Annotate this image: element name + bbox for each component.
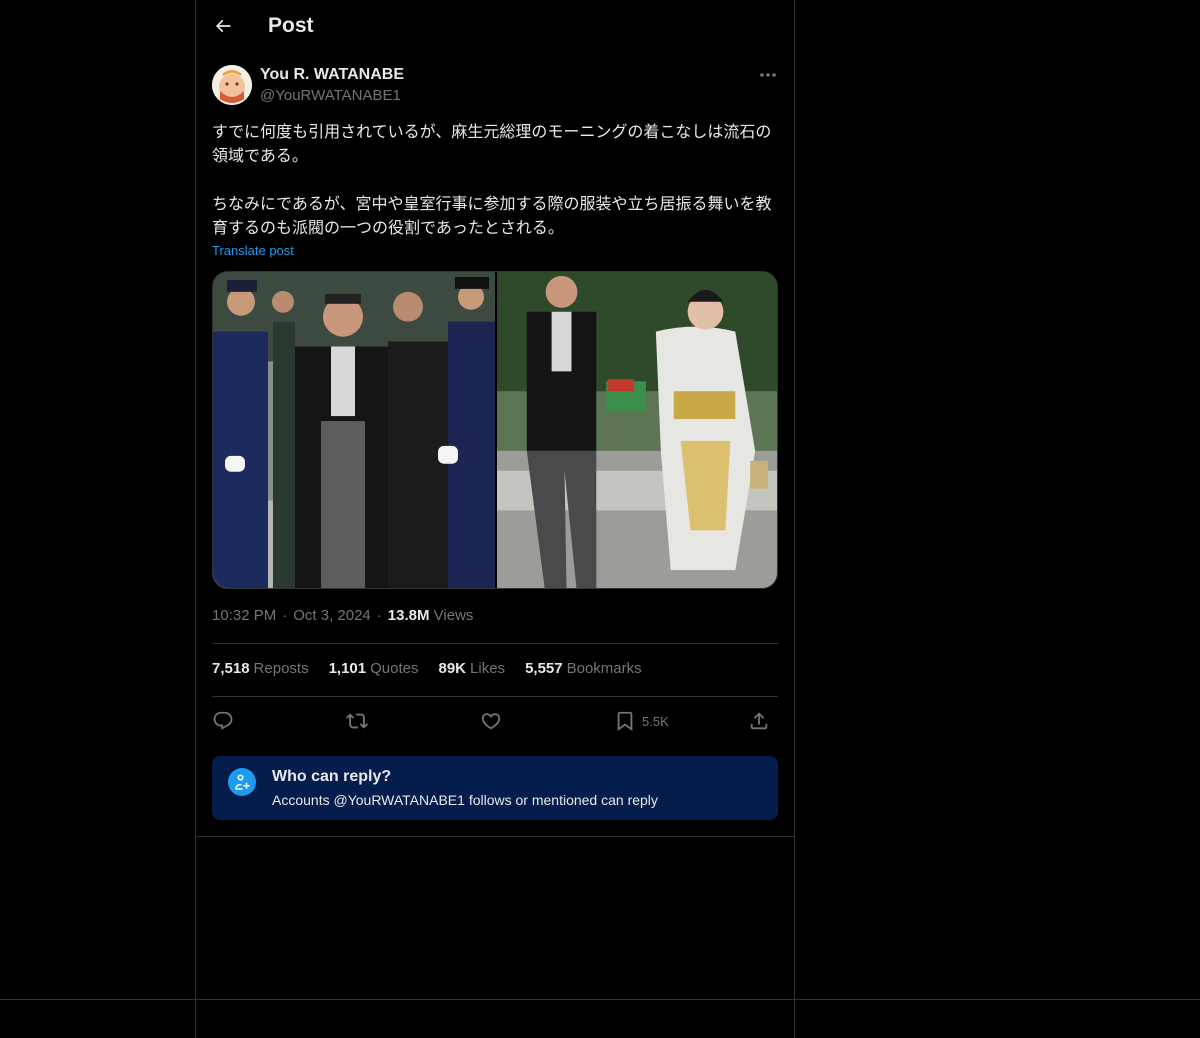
bookmarks-stat[interactable]: 5,557 Bookmarks (525, 660, 642, 677)
repost-icon (346, 713, 368, 729)
reply-restriction-notice: Who can reply? Accounts @YouRWATANABE1 f… (212, 756, 778, 820)
reply-icon (213, 711, 233, 730)
post-time[interactable]: 10:32 PM (212, 607, 276, 624)
mention-user-icon (228, 768, 256, 796)
bookmark-button[interactable]: 5.5K (614, 706, 669, 736)
share-icon (750, 712, 768, 730)
avatar[interactable] (212, 65, 252, 105)
column-border-right (794, 0, 795, 1038)
author-handle[interactable]: @YouRWATANABE1 (260, 87, 401, 104)
share-button[interactable] (748, 706, 770, 736)
translate-post-link[interactable]: Translate post (212, 243, 294, 258)
more-options-button[interactable] (756, 64, 780, 86)
back-button[interactable] (206, 9, 240, 43)
post-paragraph: ちなみにであるが、宮中や皇室行事に参加する際の服装や立ち居振る舞いを教育するのも… (212, 194, 772, 237)
author-name[interactable]: You R. WATANABE (260, 66, 404, 84)
photo-couple-kimono-icon (497, 272, 777, 588)
media-photo-2[interactable] (495, 272, 777, 588)
heart-icon (481, 713, 501, 730)
post-date[interactable]: Oct 3, 2024 (293, 607, 371, 624)
bookmark-icon (617, 711, 633, 732)
post-media (212, 271, 778, 589)
column-border-left (195, 0, 196, 1038)
bottom-divider (0, 999, 1200, 1000)
stats-divider (212, 696, 778, 697)
reply-button[interactable] (212, 706, 234, 736)
views-count: 13.8M (387, 607, 430, 624)
reply-restriction-title: Who can reply? (272, 768, 392, 785)
post-end-divider (196, 836, 794, 837)
page-header: Post (196, 0, 794, 53)
meta-divider (212, 643, 778, 644)
quotes-stat[interactable]: 1,101 Quotes (329, 660, 419, 677)
post-text: すでに何度も引用されているが、麻生元総理のモーニングの着こなしは流石の領域である… (212, 120, 778, 240)
reply-restriction-subtitle: Accounts @YouRWATANABE1 follows or menti… (272, 792, 658, 808)
post-meta: 10:32 PM · Oct 3, 2024 · 13.8M Views (212, 607, 474, 624)
engagement-stats: 7,518 Reposts 1,101 Quotes 89K Likes 5,557 B… (212, 660, 642, 677)
page-title: Post (268, 14, 314, 37)
views-label: Views (433, 607, 474, 624)
repost-button[interactable] (346, 706, 368, 736)
photo-ceremony-procession-icon (213, 272, 495, 588)
like-button[interactable] (480, 706, 502, 736)
likes-stat[interactable]: 89K Likes (439, 660, 506, 677)
back-arrow-icon (215, 19, 231, 33)
bookmark-count: 5.5K (642, 713, 669, 729)
action-bar: 5.5K (212, 706, 778, 736)
more-icon (760, 73, 776, 77)
page: Post You R. WATANABE @YouRWATANABE1 すでに何… (0, 0, 1200, 1038)
reposts-stat[interactable]: 7,518 Reposts (212, 660, 309, 677)
media-photo-1[interactable] (213, 272, 495, 588)
post-paragraph: すでに何度も引用されているが、麻生元総理のモーニングの着こなしは流石の領域である… (212, 122, 772, 165)
